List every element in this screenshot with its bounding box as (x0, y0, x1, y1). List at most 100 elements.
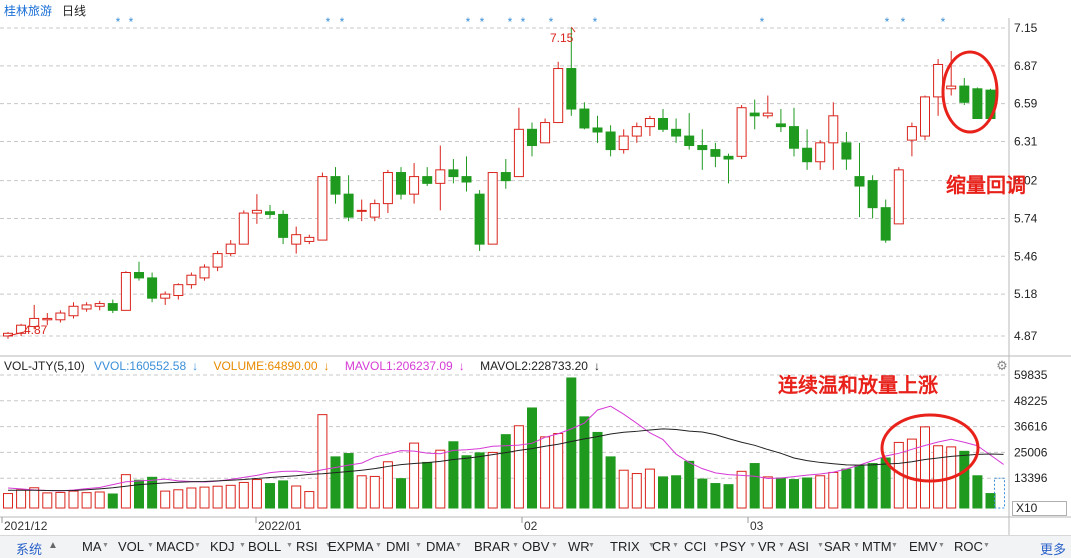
volume-bar (985, 493, 996, 509)
volume-forecast-bar (994, 477, 1005, 509)
volume-tick-label: 59835 (1014, 368, 1048, 382)
candle-body (435, 169, 446, 184)
settings-gear-icon[interactable]: ⚙ (995, 359, 1009, 373)
candle-body (500, 172, 511, 182)
tab-asi[interactable]: ASI (788, 539, 809, 554)
tab-sar[interactable]: SAR (824, 539, 851, 554)
volume-tick-label: 25006 (1014, 445, 1048, 459)
tab-macd[interactable]: MACD (156, 539, 194, 554)
candle-body (736, 107, 747, 157)
candle-body (775, 123, 786, 128)
candlestick-series (3, 28, 996, 339)
volume-bar (749, 463, 760, 509)
tab-caret-icon: ▼ (817, 542, 824, 549)
candle-body (186, 274, 197, 286)
volume-bar (186, 487, 197, 509)
system-caret-icon[interactable]: ▲ (48, 540, 58, 551)
mavol1-arrow-icon: ↓ (458, 359, 465, 373)
more-button[interactable]: 更多 (1040, 539, 1066, 558)
tab-brar[interactable]: BRAR (474, 539, 510, 554)
volume-bar (291, 485, 302, 509)
tab-mtm[interactable]: MTM (862, 539, 892, 554)
tab-ma[interactable]: MA (82, 539, 102, 554)
zoom-x10-box[interactable]: X10 (1012, 501, 1067, 516)
tab-cci[interactable]: CCI (684, 539, 706, 554)
tab-cr[interactable]: CR (652, 539, 671, 554)
date-label: 03 (750, 519, 764, 533)
candle-body (920, 96, 930, 137)
event-star-icon: * (340, 15, 345, 29)
candle-body (120, 272, 131, 311)
annotation-layer: 7.15 4.87 缩量回调连续温和放量上涨 (7, 26, 1026, 483)
tab-caret-icon: ▼ (891, 542, 898, 549)
tab-wr[interactable]: WR (568, 539, 590, 554)
volume-tick-label: 13396 (1014, 471, 1048, 485)
candle-body (579, 108, 590, 129)
event-star-icon: * (941, 15, 946, 29)
tab-obv[interactable]: OBV (522, 539, 549, 554)
event-star-icon: * (480, 15, 485, 29)
candle-body (605, 131, 616, 151)
tab-caret-icon: ▼ (672, 542, 679, 549)
volume-bar (631, 473, 642, 509)
candle-body (409, 176, 420, 195)
candle-body (540, 122, 551, 144)
kline-chart[interactable]: 7.156.876.596.316.025.745.465.184.87 598… (0, 0, 1071, 535)
volume-bar (658, 476, 668, 509)
volume-bar (238, 481, 249, 509)
volume-bar (867, 463, 878, 509)
volume-bar (815, 475, 826, 509)
volume-axis: 59835 48225 36616 25006 13396 (1014, 368, 1048, 485)
volume-bar (435, 449, 446, 509)
tab-emv[interactable]: EMV (909, 539, 937, 554)
volume-bar (409, 442, 420, 509)
candle-body (854, 176, 865, 187)
candle-body (81, 304, 92, 310)
candle-body (815, 142, 826, 163)
volume-bar (540, 436, 551, 509)
candle-body (513, 128, 524, 178)
candle-body (618, 135, 629, 151)
candle-body (749, 112, 760, 117)
tab-dma[interactable]: DMA (426, 539, 455, 554)
tab-caret-icon: ▼ (239, 542, 246, 549)
candle-body (671, 128, 682, 137)
tab-psy[interactable]: PSY (720, 539, 746, 554)
price-tick-label: 5.18 (1014, 287, 1038, 301)
volume-indicator-name[interactable]: VOL-JTY(5,10) (4, 359, 85, 373)
tab-caret-icon: ▼ (147, 542, 154, 549)
tab-系统[interactable]: 系统 (16, 539, 42, 558)
volume-arrow-icon: ↓ (323, 359, 330, 373)
tab-kdj[interactable]: KDJ (210, 539, 235, 554)
tab-boll[interactable]: BOLL (248, 539, 281, 554)
candle-body (697, 145, 708, 151)
peak-price-label: 7.15 (550, 31, 574, 45)
event-star-icon: * (885, 15, 890, 29)
tab-roc[interactable]: ROC (954, 539, 983, 554)
tab-dmi[interactable]: DMI (386, 539, 410, 554)
volume-bar (487, 451, 498, 509)
tab-caret-icon: ▼ (194, 542, 201, 549)
candle-body (461, 176, 472, 183)
tab-trix[interactable]: TRIX (610, 539, 640, 554)
volume-bar (29, 487, 40, 509)
tab-expma[interactable]: EXPMA (328, 539, 374, 554)
candle-body (304, 236, 315, 242)
volume-bar (81, 492, 92, 509)
volume-bar (592, 431, 603, 509)
date-label: 2021/12 (4, 519, 48, 533)
volume-bar (723, 484, 734, 509)
candle-body (212, 253, 223, 268)
tab-vol[interactable]: VOL (118, 539, 144, 554)
tab-rsi[interactable]: RSI (296, 539, 318, 554)
event-star-icon: * (760, 15, 765, 29)
price-tick-label: 5.46 (1014, 249, 1038, 263)
candle-body (644, 118, 655, 128)
tab-vr[interactable]: VR (758, 539, 776, 554)
tab-caret-icon: ▼ (713, 542, 720, 549)
annotation-shrink-pullback: 缩量回调 (946, 173, 1026, 197)
volume-bar (710, 483, 721, 509)
volume-bar (369, 475, 380, 509)
price-tick-label: 7.15 (1014, 21, 1038, 35)
volume-bar (684, 460, 695, 509)
